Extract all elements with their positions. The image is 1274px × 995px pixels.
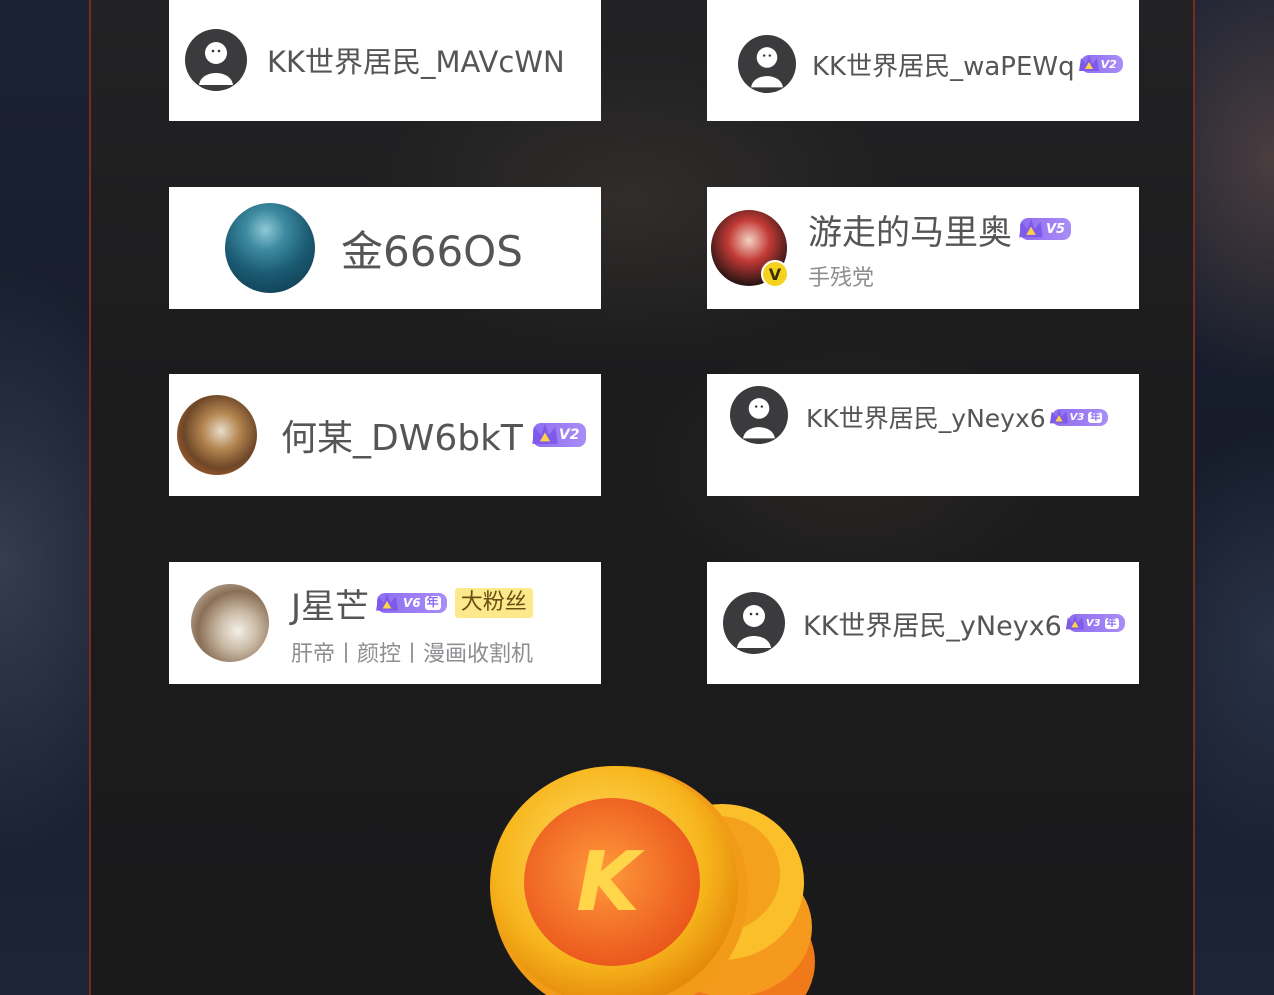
cartoon-avatar[interactable] [177, 395, 257, 475]
crown-icon [532, 423, 558, 444]
vip-badge: V3 年 [1065, 614, 1125, 632]
vip-badge: V2 [532, 423, 586, 447]
user-card[interactable]: V 游走的马里奥 V5 手残党 [707, 187, 1139, 309]
vip-badge: V6 年 [376, 593, 447, 613]
user-card[interactable]: KK世界居民_MAVcWN [169, 0, 601, 121]
username[interactable]: 游走的马里奥 [808, 205, 1012, 254]
vip-badge: V3 年 [1049, 408, 1109, 426]
crown-icon [376, 593, 398, 611]
coin-logo-letter: K [576, 835, 645, 930]
user-card[interactable]: J星芒 V6 年 大粉丝 肝帝丨颜控丨漫画收割机 [169, 562, 601, 684]
user-subtitle: 手残党 [808, 265, 875, 291]
sparkle-avatar[interactable] [191, 584, 269, 662]
user-card[interactable]: KK世界居民_yNeyx6 V3 年 [707, 374, 1139, 496]
crown-icon [1019, 218, 1043, 238]
verified-badge-icon: V [761, 260, 789, 288]
username[interactable]: KK世界居民_yNeyx6 [806, 399, 1046, 435]
vip-badge: V5 [1019, 218, 1072, 240]
username[interactable]: KK世界居民_MAVcWN [267, 39, 565, 81]
default-avatar-icon[interactable] [730, 386, 788, 444]
crown-icon [1065, 614, 1084, 630]
kk-coin-icon: K [490, 766, 815, 995]
user-subtitle: 肝帝丨颜控丨漫画收割机 [291, 641, 534, 667]
username[interactable]: 何某_DW6bkT [281, 409, 523, 461]
default-avatar-icon[interactable] [185, 29, 247, 91]
user-card[interactable]: KK世界居民_yNeyx6 V3 年 [707, 562, 1139, 684]
default-avatar-icon[interactable] [723, 592, 785, 654]
vip-badge: V2 [1078, 55, 1123, 73]
moon-avatar[interactable] [225, 203, 315, 293]
user-card[interactable]: 金666OS [169, 187, 601, 309]
username[interactable]: KK世界居民_waPEWq [812, 46, 1075, 83]
user-card[interactable]: KK世界居民_waPEWq V2 [707, 0, 1139, 121]
user-card[interactable]: 何某_DW6bkT V2 [169, 374, 601, 496]
default-avatar-icon[interactable] [738, 35, 796, 93]
username[interactable]: KK世界居民_yNeyx6 [803, 604, 1062, 643]
anime-avatar[interactable]: V [711, 210, 789, 288]
username[interactable]: 金666OS [341, 218, 523, 279]
crown-icon [1078, 55, 1099, 71]
fan-badge: 大粉丝 [454, 587, 533, 619]
username[interactable]: J星芒 [291, 579, 369, 628]
crown-icon [1049, 408, 1068, 424]
